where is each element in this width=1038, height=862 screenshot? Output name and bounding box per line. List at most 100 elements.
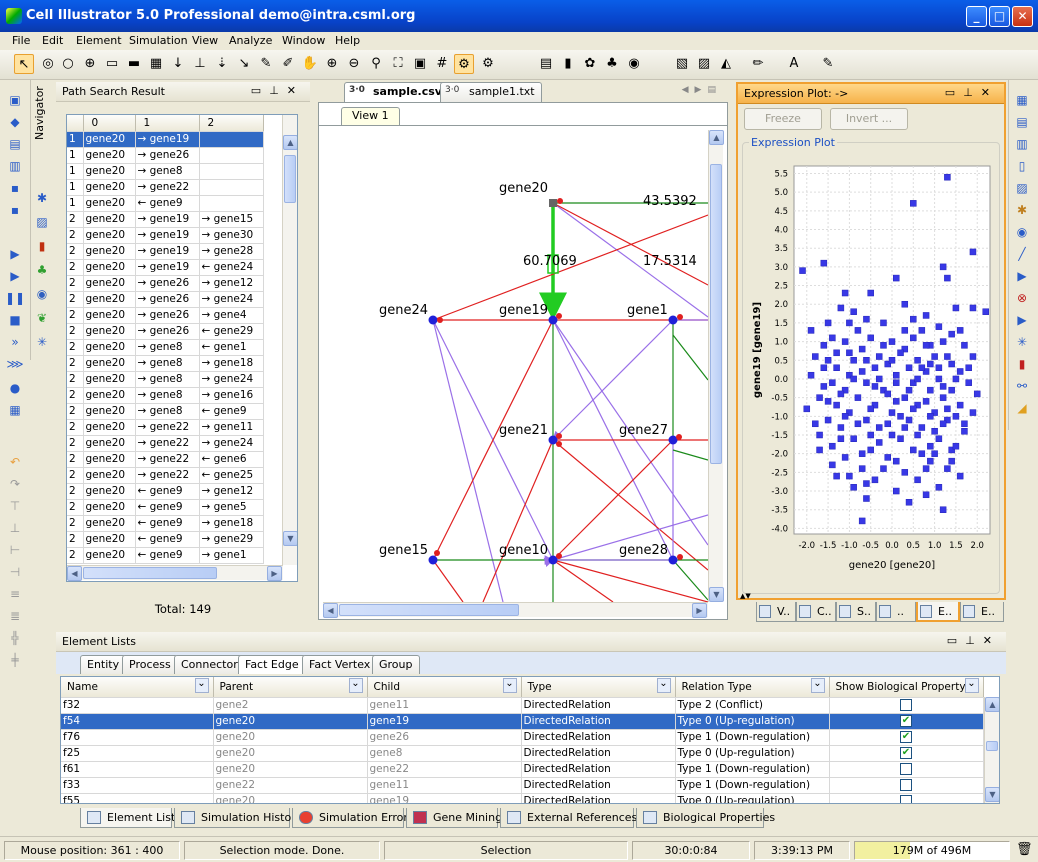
entity-circle-icon[interactable]: ◎ [38, 54, 58, 74]
filled-rectangle-icon[interactable]: ▬ [124, 54, 144, 74]
path-row[interactable]: 1 gene20 ← gene9 [67, 195, 264, 212]
path-row[interactable]: 2 gene20 → gene22 → gene24 [67, 435, 264, 452]
path-row[interactable]: 2 gene20 ← gene9 → gene29 [67, 531, 264, 548]
checkbox[interactable]: ✔ [900, 731, 912, 743]
vertical-tool-1-icon[interactable]: ▣ [4, 90, 26, 110]
element-row[interactable]: f55 gene20 gene19 DirectedRelation Type 0 (U… [61, 793, 984, 803]
canvas-hscroll[interactable]: ◀ ▶ [323, 602, 708, 618]
tab-sample1-txt[interactable]: 3·0 sample1.txt [440, 82, 542, 102]
path-row[interactable]: 2 gene20 → gene8 → gene18 [67, 355, 264, 372]
path-col-header[interactable]: 0 [83, 115, 136, 132]
scroll-right-icon[interactable]: ▶ [267, 566, 282, 581]
canvas-vscroll[interactable]: ▲ ▼ [708, 130, 724, 602]
vertical-tool-2-icon[interactable]: ◆ [4, 112, 26, 132]
cross-circle-icon[interactable]: ⊕ [80, 54, 100, 74]
right-plot-icon[interactable]: ◢ [1011, 398, 1033, 418]
right-network-icon[interactable]: ✳ [1011, 332, 1033, 352]
checkbox[interactable] [900, 699, 912, 711]
el-vthumb[interactable] [986, 741, 998, 751]
path-row[interactable]: 2 gene20 → gene26 → gene12 [67, 275, 264, 292]
path-row[interactable]: 2 gene20 → gene19 → gene30 [67, 227, 264, 244]
canvas-vthumb[interactable] [710, 164, 722, 464]
element-col-header[interactable]: Child ⌄ [367, 677, 522, 698]
show-bio-checkbox[interactable]: ✔ [829, 745, 984, 762]
checkbox[interactable] [900, 795, 912, 803]
element-row[interactable]: f76 gene20 gene26 DirectedRelation Type 1 (D… [61, 729, 984, 746]
right-error-icon[interactable]: ⊗ [1011, 288, 1033, 308]
node-gene1[interactable] [668, 315, 678, 325]
edit-pen-icon[interactable]: ✐ [278, 54, 298, 74]
path-row[interactable]: 2 gene20 ← gene9 → gene5 [67, 499, 264, 516]
path-row[interactable]: 2 gene20 → gene8 → gene24 [67, 371, 264, 388]
tab-gene-mining[interactable]: Gene Mining [406, 808, 502, 828]
show-bio-checkbox[interactable] [829, 697, 984, 714]
invert-button[interactable]: Invert ... [830, 108, 908, 130]
node-gene24[interactable] [428, 315, 438, 325]
navigator-label[interactable]: Navigator [33, 86, 46, 140]
rectangle-icon[interactable]: ▭ [102, 54, 122, 74]
path-row[interactable]: 2 gene20 → gene8 ← gene1 [67, 339, 264, 356]
tab-nav-arrows-icon[interactable]: ◀▶▤ [682, 85, 722, 95]
path-row[interactable]: 2 gene20 → gene19 → gene15 [67, 211, 264, 228]
undo-icon[interactable]: ↶ [4, 452, 26, 472]
stop-icon[interactable]: ■ [4, 310, 26, 330]
play-icon[interactable]: ▶ [4, 244, 26, 264]
zoom-out-icon[interactable]: ⊖ [344, 54, 364, 74]
element-row[interactable]: f32 gene2 gene11 DirectedRelation Type 2 (Co… [61, 697, 984, 714]
zoom-in-icon[interactable]: ⊕ [322, 54, 342, 74]
tab-simulation-errors[interactable]: Simulation Errors [292, 808, 414, 828]
column-dropdown-icon[interactable]: ⌄ [810, 678, 825, 693]
plugin-icon[interactable]: ✿ [580, 54, 600, 74]
navigator-chart-icon[interactable]: ▨ [31, 212, 53, 232]
save-as-icon[interactable]: ▪ [4, 200, 26, 220]
skip-icon[interactable]: ⋙ [4, 354, 26, 374]
tab-simulation-history[interactable]: Simulation History [174, 808, 302, 828]
tab-expression-short[interactable]: E.. [916, 602, 960, 622]
diagonal-arrow-icon[interactable]: ↘ [234, 54, 254, 74]
canvas-scroll-right-icon[interactable]: ▶ [692, 603, 707, 618]
path-row[interactable]: 1 gene20 → gene26 [67, 147, 264, 164]
canvas-scroll-left-icon[interactable]: ◀ [323, 603, 338, 618]
right-plugin-icon[interactable]: ✱ [1011, 200, 1033, 220]
center-icon[interactable]: ╬ [4, 628, 26, 648]
scroll-thumb[interactable] [284, 155, 296, 203]
tab-process[interactable]: Process [122, 655, 178, 674]
element-col-header[interactable]: Parent ⌄ [213, 677, 368, 698]
trash-icon[interactable]: 🗑 [1016, 842, 1033, 857]
column-dropdown-icon[interactable]: ⌄ [194, 678, 209, 693]
tab-entity[interactable]: Entity [80, 655, 127, 674]
distribute-v-icon[interactable]: ≣ [4, 606, 26, 626]
menu-element[interactable]: Element [76, 34, 122, 47]
path-row[interactable]: 1 gene20 → gene19 [67, 131, 264, 148]
menu-file[interactable]: File [12, 34, 30, 47]
path-row[interactable]: 2 gene20 → gene19 ← gene24 [67, 259, 264, 276]
column-dropdown-icon[interactable]: ⌄ [964, 678, 979, 693]
save-icon[interactable]: ▪ [4, 178, 26, 198]
minimize-button[interactable]: _ [966, 6, 987, 27]
element-row[interactable]: f33 gene22 gene11 DirectedRelation Type 1 (D… [61, 777, 984, 794]
path-row[interactable]: 2 gene20 → gene19 → gene28 [67, 243, 264, 260]
right-cursor-icon[interactable]: ▶ [1011, 310, 1033, 330]
step-icon[interactable]: ▶ [4, 266, 26, 286]
vertical-tool-4-icon[interactable]: ▥ [4, 156, 26, 176]
center-v-icon[interactable]: ╪ [4, 650, 26, 670]
checkbox[interactable] [900, 763, 912, 775]
tab-fact-vertex[interactable]: Fact Vertex [302, 655, 378, 674]
node-gene28[interactable] [668, 555, 678, 565]
menu-edit[interactable]: Edit [42, 34, 63, 47]
right-tool-2-icon[interactable]: ▤ [1011, 112, 1033, 132]
path-col-header[interactable]: 2 [199, 115, 264, 132]
fit-page-icon[interactable]: ▣ [410, 54, 430, 74]
align-bottom-icon[interactable]: ⊥ [4, 518, 26, 538]
element-row[interactable]: f25 gene20 gene8 DirectedRelation Type 0 (Up… [61, 745, 984, 762]
right-eye-icon[interactable]: ◉ [1011, 222, 1033, 242]
element-row[interactable]: f61 gene20 gene22 DirectedRelation Type 1 (D… [61, 761, 984, 778]
show-bio-checkbox[interactable] [829, 761, 984, 778]
right-book-icon[interactable]: ▯ [1011, 156, 1033, 176]
navigator-plugin-icon[interactable]: ✱ [31, 188, 53, 208]
tab-external-references[interactable]: External References [500, 808, 637, 828]
navigator-globe-icon[interactable]: ◉ [31, 284, 53, 304]
record-icon[interactable]: ● [4, 378, 26, 398]
path-row[interactable]: 2 gene20 → gene26 ← gene29 [67, 323, 264, 340]
book-icon[interactable]: ▮ [558, 54, 578, 74]
